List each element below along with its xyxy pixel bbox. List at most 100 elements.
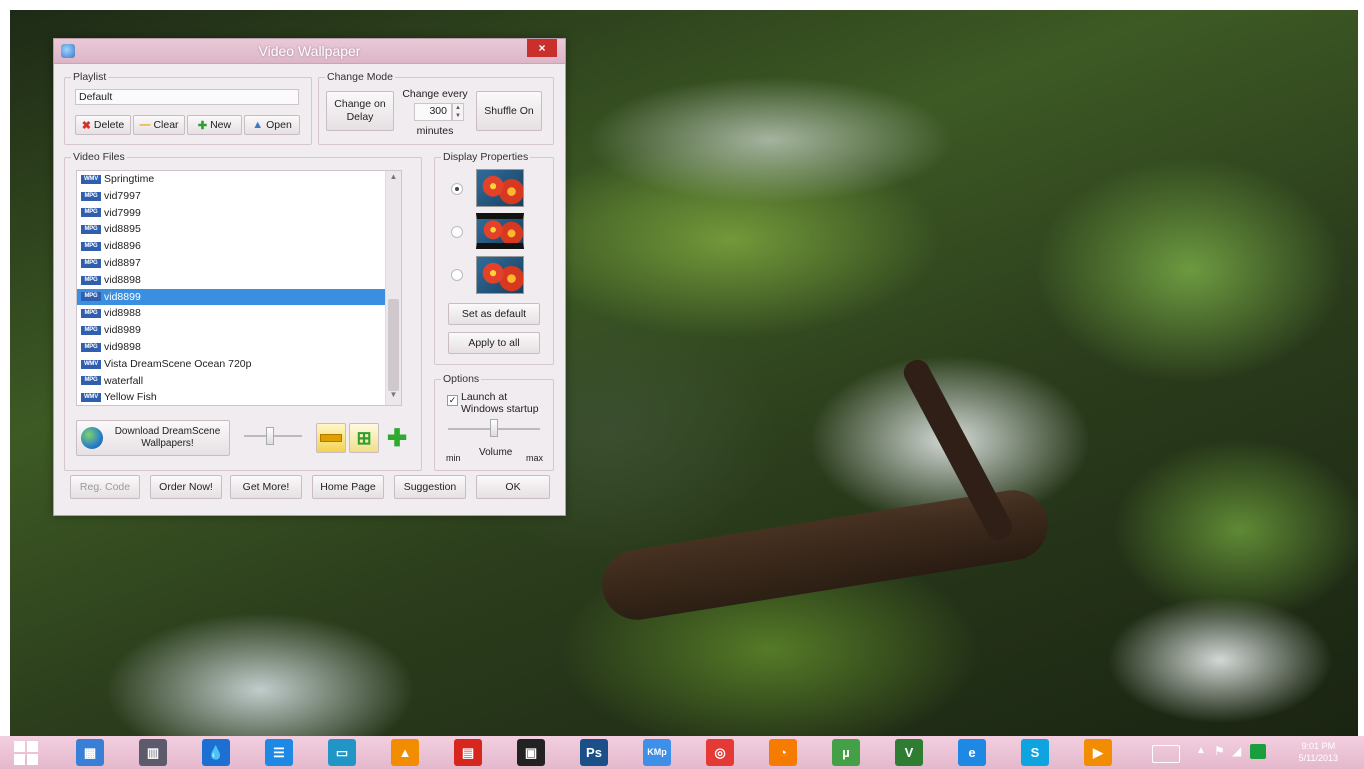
video-file-type-icon: MPG	[81, 258, 101, 268]
video-file-item[interactable]: WMV Yellow Fish	[77, 389, 401, 405]
home-page-button[interactable]: Home Page	[312, 475, 384, 499]
skype-icon[interactable]: S	[1021, 739, 1049, 766]
start-button[interactable]	[14, 741, 38, 765]
utorrent-icon[interactable]: µ	[832, 739, 860, 766]
action-center-flag-icon[interactable]: ⚑	[1214, 744, 1225, 758]
launch-startup-checkbox[interactable]: ✓	[447, 395, 458, 406]
download-dreamscene-label: Download DreamScene Wallpapers!	[114, 426, 221, 449]
apply-to-all-button[interactable]: Apply to all	[448, 332, 540, 354]
video-file-item[interactable]: MPG vid8895	[77, 221, 401, 238]
video-file-item[interactable]: WMV Springtime	[77, 171, 401, 188]
display-fit-preview[interactable]	[476, 256, 524, 294]
title-bar[interactable]: Video Wallpaper ×	[54, 39, 565, 64]
volume-max-label: max	[526, 453, 544, 463]
chrome-icon[interactable]: ◎	[706, 739, 734, 766]
video-file-type-icon: WMV	[81, 393, 101, 403]
shuffle-button[interactable]: Shuffle On	[476, 91, 542, 131]
add-folder-button[interactable]: ⊞	[349, 423, 379, 453]
minus-icon	[320, 434, 342, 442]
video-file-item[interactable]: MPG vid8896	[77, 238, 401, 255]
suggestion-button[interactable]: Suggestion	[394, 475, 466, 499]
show-hidden-icons-icon[interactable]: ▲	[1196, 745, 1206, 756]
video-file-item[interactable]: MPG vid8898	[77, 272, 401, 289]
clear-button[interactable]: — Clear	[133, 115, 185, 135]
video-file-item[interactable]: MPG waterfall	[77, 373, 401, 390]
window-title: Video Wallpaper	[258, 43, 361, 59]
kmplayer-icon[interactable]: KMp	[643, 739, 671, 766]
network-icon[interactable]: ◢	[1232, 744, 1241, 758]
video-editor-icon[interactable]: ▣	[517, 739, 545, 766]
video-file-type-icon: WMV	[81, 359, 101, 369]
presentation-icon[interactable]: ▤	[454, 739, 482, 766]
volume-slider-thumb[interactable]	[490, 419, 498, 437]
video-file-item[interactable]: MPG vid7999	[77, 205, 401, 222]
scroll-up-icon[interactable]: ▲	[386, 172, 401, 186]
video-file-item[interactable]: MPG vid7997	[77, 188, 401, 205]
change-on-delay-button[interactable]: Change on Delay	[326, 91, 394, 131]
get-more-button[interactable]: Get More!	[230, 475, 302, 499]
ok-button[interactable]: OK	[476, 475, 550, 499]
vuze-icon[interactable]: V	[895, 739, 923, 766]
video-file-name: waterfall	[104, 374, 144, 387]
file-explorer-icon[interactable]: ▭	[328, 739, 356, 766]
list-scrollbar[interactable]: ▲ ▼	[385, 171, 401, 405]
video-files-group-label: Video Files	[71, 151, 127, 163]
video-file-item[interactable]: MPG vid8897	[77, 255, 401, 272]
media-library-icon[interactable]: ▥	[139, 739, 167, 766]
playlist-group-label: Playlist	[71, 71, 109, 83]
reg-code-button[interactable]: Reg. Code	[70, 475, 140, 499]
video-file-name: Springtime	[104, 173, 155, 185]
display-center-radio[interactable]	[451, 226, 463, 238]
tray-app-icon[interactable]	[1250, 744, 1266, 759]
new-label: New	[210, 119, 232, 131]
firefox-icon[interactable]: ◔	[769, 739, 797, 766]
video-file-type-icon: MPG	[81, 208, 101, 218]
video-file-name: vid8989	[104, 324, 141, 337]
video-file-item[interactable]: MPG vid8989	[77, 322, 401, 339]
new-button[interactable]: ✚ New	[187, 115, 242, 135]
change-every-spinner[interactable]: ▲ ▼	[452, 103, 464, 121]
clock-time: 9:01 PM	[1301, 741, 1336, 751]
delete-button[interactable]: ✖ Delete	[75, 115, 131, 135]
launch-startup-label: Launch at Windows startup	[461, 391, 539, 415]
video-file-type-icon: MPG	[81, 342, 101, 352]
internet-explorer-icon[interactable]: e	[958, 739, 986, 766]
delete-icon: ✖	[81, 119, 91, 132]
plus-icon: ✚	[197, 119, 208, 132]
task-manager-icon[interactable]: ▦	[76, 739, 104, 766]
video-file-item[interactable]: WMV Vista DreamScene Ocean 720p	[77, 356, 401, 373]
delete-label: Delete	[93, 119, 125, 131]
media-center-icon[interactable]: ▶	[1084, 739, 1112, 766]
vlc-icon[interactable]: ▲	[391, 739, 419, 766]
scroll-thumb[interactable]	[388, 299, 399, 391]
set-as-default-button[interactable]: Set as default	[448, 303, 540, 325]
video-file-name: vid9898	[104, 340, 141, 353]
display-fit-radio[interactable]	[451, 269, 463, 281]
download-dreamscene-button[interactable]: Download DreamScene Wallpapers!	[76, 420, 230, 456]
video-file-type-icon: MPG	[81, 242, 101, 252]
change-every-input[interactable]: 300	[414, 103, 452, 121]
video-file-item[interactable]: MPG vid8988	[77, 305, 401, 322]
video-file-type-icon: MPG	[81, 275, 101, 285]
display-stretch-radio[interactable]	[451, 183, 463, 195]
add-video-button[interactable]: ✚	[382, 423, 412, 453]
playlist-input[interactable]: Default	[75, 89, 299, 105]
taskbar-clock[interactable]: 9:01 PM 5/11/2013	[1299, 740, 1338, 764]
display-center-preview[interactable]	[476, 213, 524, 249]
close-button[interactable]: ×	[527, 39, 557, 57]
video-file-item[interactable]: MPG vid8899	[77, 288, 401, 306]
order-now-button[interactable]: Order Now!	[150, 475, 222, 499]
video-file-list[interactable]: WMV Springtime MPG vid7997 MPG vid7999 MPG vid8…	[76, 170, 402, 406]
scroll-down-icon[interactable]: ▼	[386, 390, 401, 404]
water-drop-icon[interactable]: 💧	[202, 739, 230, 766]
outlook-icon[interactable]: ☰	[265, 739, 293, 766]
video-file-name: Yellow Fish	[104, 391, 157, 404]
video-file-item[interactable]: MPG vid9898	[77, 339, 401, 356]
keyboard-icon[interactable]	[1152, 745, 1180, 763]
video-file-name: vid8897	[104, 256, 141, 269]
preview-slider-thumb[interactable]	[266, 427, 275, 445]
remove-video-button[interactable]	[316, 423, 346, 453]
open-button[interactable]: ▲ Open	[244, 115, 300, 135]
display-stretch-preview[interactable]	[476, 169, 524, 207]
photoshop-icon[interactable]: Ps	[580, 739, 608, 766]
